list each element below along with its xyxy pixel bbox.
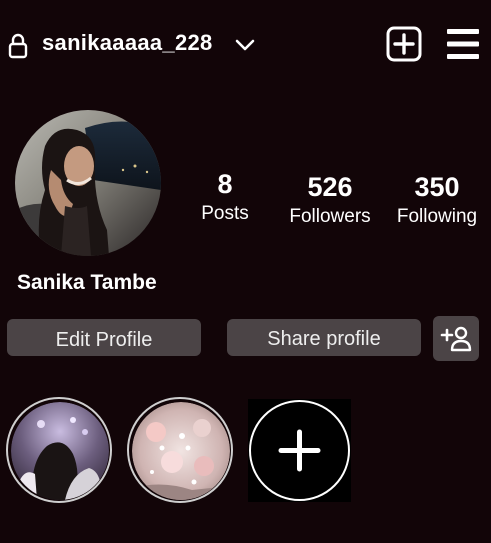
posts-count: 8 [217, 169, 233, 199]
profile-full-name: Sanika Tambe [17, 271, 157, 294]
new-highlight-ring [249, 400, 350, 501]
story-highlight[interactable] [6, 397, 112, 503]
highlight-cover-image [11, 402, 109, 500]
username-label: sanikaaaaa_228 [42, 30, 213, 55]
share-profile-button[interactable]: Share profile [227, 319, 421, 356]
posts-label: Posts [201, 203, 249, 224]
discover-people-button[interactable] [433, 316, 479, 361]
highlight-cover-image [132, 402, 230, 500]
followers-label: Followers [289, 206, 371, 227]
followers-stat[interactable]: 526 Followers [280, 171, 380, 229]
username-switcher[interactable]: sanikaaaaa_228 [42, 30, 213, 56]
top-bar: sanikaaaaa_228 [0, 0, 491, 90]
plus-icon [278, 429, 321, 472]
followers-count: 526 [307, 172, 353, 202]
following-stat[interactable]: 350 Following [390, 171, 484, 229]
profile-avatar[interactable] [15, 110, 161, 256]
menu-icon[interactable] [446, 27, 480, 61]
edit-profile-button[interactable]: Edit Profile [7, 319, 201, 356]
posts-stat[interactable]: 8 Posts [195, 168, 255, 226]
create-post-icon[interactable] [386, 26, 422, 62]
story-highlight[interactable] [127, 397, 233, 503]
lock-icon [8, 33, 28, 59]
new-highlight-button[interactable] [248, 399, 351, 502]
following-count: 350 [414, 172, 460, 202]
avatar-photo [15, 110, 161, 256]
add-user-icon [440, 326, 472, 352]
chevron-down-icon[interactable] [234, 37, 256, 53]
following-label: Following [396, 206, 478, 227]
